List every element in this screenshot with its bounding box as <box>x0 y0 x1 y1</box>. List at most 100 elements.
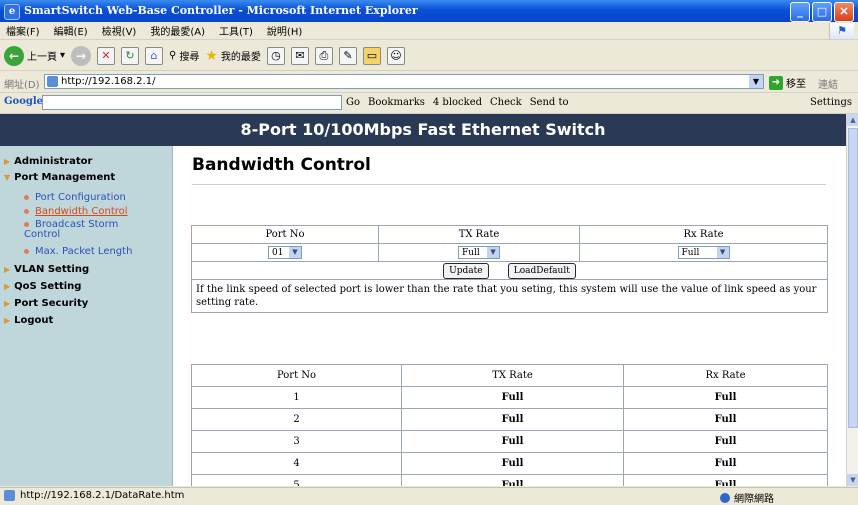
table-header-row: Port No TX Rate Rx Rate <box>191 364 828 387</box>
bullet-icon <box>24 221 29 227</box>
sidebar-item-qos-setting[interactable]: ▶ QoS Setting <box>4 281 81 292</box>
google-go-button[interactable]: Go <box>346 97 360 108</box>
cell-rx: Full <box>623 452 828 475</box>
load-default-button[interactable]: LoadDefault <box>507 262 576 279</box>
column-header-rx-rate: Rx Rate <box>623 364 828 387</box>
print-button[interactable]: ⎙ <box>314 46 333 65</box>
mail-button[interactable]: ✉ <box>290 46 309 65</box>
sidebar-subitem-bandwidth-control[interactable]: Bandwidth Control <box>24 206 128 217</box>
menu-file[interactable]: 檔案(F) <box>6 23 40 38</box>
sidebar: ▶ Administrator ▼ Port Management Port Con… <box>0 146 173 486</box>
page-title: Bandwidth Control <box>192 155 371 175</box>
window-titlebar: e SmartSwitch Web-Base Controller - Micr… <box>0 0 858 22</box>
chevron-down-icon: ▼ <box>716 247 729 258</box>
menu-help[interactable]: 說明(H) <box>267 23 302 38</box>
port-select-value: 01 <box>271 248 284 258</box>
main-panel: Bandwidth Control Port No TX Rate Rx Rat… <box>174 146 846 486</box>
cell-port: 5 <box>191 474 402 486</box>
sidebar-item-administrator[interactable]: ▶ Administrator <box>4 156 92 167</box>
triangle-icon: ▶ <box>4 265 11 274</box>
table-row: 3 Full Full <box>191 430 828 453</box>
vertical-scrollbar[interactable]: ▲ ▼ <box>846 114 858 486</box>
links-button[interactable]: 連結 <box>818 76 838 91</box>
table-row: 5 Full Full <box>191 474 828 486</box>
sidebar-item-vlan-setting[interactable]: ▶ VLAN Setting <box>4 264 89 275</box>
form-header-row: Port No TX Rate Rx Rate <box>191 225 828 244</box>
chevron-down-icon: ▾ <box>60 50 66 61</box>
google-search-input[interactable] <box>42 95 342 110</box>
menu-favorites[interactable]: 我的最愛(A) <box>150 23 205 38</box>
favorites-button[interactable]: ★ 我的最愛 <box>205 48 261 64</box>
history-button[interactable]: ◷ <box>266 46 285 65</box>
cell-port: 2 <box>191 408 402 431</box>
status-url: http://192.168.2.1/DataRate.htm <box>20 490 185 501</box>
triangle-icon: ▼ <box>4 173 11 182</box>
messenger-button[interactable]: ☺ <box>386 46 405 65</box>
chevron-down-icon: ▼ <box>487 247 500 258</box>
send-to-button[interactable]: Send to <box>530 97 569 108</box>
stop-button[interactable]: ✕ <box>97 46 116 65</box>
spell-check-button[interactable]: Check <box>490 97 522 108</box>
refresh-button[interactable]: ↻ <box>121 46 140 65</box>
scroll-up-icon[interactable]: ▲ <box>847 114 858 126</box>
scrollbar-thumb[interactable] <box>848 128 858 428</box>
sidebar-item-label: QoS Setting <box>14 281 82 292</box>
menu-edit[interactable]: 編輯(E) <box>54 23 88 38</box>
header-tx-rate: TX Rate <box>377 225 581 244</box>
sidebar-subitem-max-packet-length[interactable]: Max. Packet Length <box>24 246 132 257</box>
back-arrow-icon: ← <box>4 45 24 66</box>
popup-blocked-button[interactable]: 4 blocked <box>433 97 482 108</box>
google-toolbar-items: Go Bookmarks 4 blocked Check Send to <box>346 97 569 108</box>
cell-rx: Full <box>623 408 828 431</box>
rx-rate-select[interactable]: Full ▼ <box>677 246 730 259</box>
windows-logo-icon: ⚑ <box>829 23 854 39</box>
sidebar-subitem-port-configuration[interactable]: Port Configuration <box>24 192 126 203</box>
window-title: SmartSwitch Web-Base Controller - Micros… <box>24 4 418 17</box>
sidebar-item-port-security[interactable]: ▶ Port Security <box>4 298 88 309</box>
sidebar-subitem-label: Broadcast Storm Control <box>24 219 119 240</box>
home-button[interactable]: ⌂ <box>145 46 164 65</box>
address-input[interactable]: http://192.168.2.1/ ▼ <box>44 74 764 89</box>
sidebar-item-label: VLAN Setting <box>14 264 90 275</box>
google-logo[interactable]: Google <box>4 96 43 107</box>
update-button[interactable]: Update <box>443 262 489 279</box>
address-url: http://192.168.2.1/ <box>61 76 156 87</box>
cell-tx: Full <box>401 474 624 486</box>
button-cell: Update LoadDefault <box>191 261 828 280</box>
cell-port: 3 <box>191 430 402 453</box>
forward-button[interactable]: → <box>71 45 92 66</box>
search-label: 搜尋 <box>179 52 200 63</box>
port-select[interactable]: 01 ▼ <box>267 246 302 259</box>
header-rx-rate: Rx Rate <box>579 225 828 244</box>
menu-view[interactable]: 檢視(V) <box>102 23 137 38</box>
sidebar-subitem-broadcast-storm-control[interactable]: Broadcast Storm Control <box>24 220 144 240</box>
header-port-no: Port No <box>191 225 379 244</box>
edit-button[interactable]: ✎ <box>338 46 357 65</box>
page-icon <box>47 76 58 87</box>
menu-bar: 檔案(F) 編輯(E) 檢視(V) 我的最愛(A) 工具(T) 說明(H) ⚑ <box>0 22 858 40</box>
scroll-down-icon[interactable]: ▼ <box>847 474 858 486</box>
bookmarks-button[interactable]: Bookmarks <box>368 97 425 108</box>
bandwidth-status-table: Port No TX Rate Rx Rate 1 Full Full 2 Fu… <box>191 364 828 486</box>
column-header-port-no: Port No <box>191 364 402 387</box>
go-button[interactable]: ➜ 移至 <box>769 75 806 90</box>
google-settings-button[interactable]: Settings <box>810 97 852 108</box>
page-icon <box>4 490 15 501</box>
sidebar-item-logout[interactable]: ▶ Logout <box>4 315 53 326</box>
tx-rate-value: Full <box>462 248 480 258</box>
cell-port: 1 <box>191 386 402 409</box>
minimize-button[interactable]: _ <box>790 2 810 22</box>
form-note-row: If the link speed of selected port is lo… <box>191 279 828 313</box>
cell-tx: Full <box>401 452 624 475</box>
menu-tools[interactable]: 工具(T) <box>219 23 253 38</box>
close-button[interactable]: ✕ <box>834 2 854 22</box>
device-banner: 8-Port 10/100Mbps Fast Ethernet Switch <box>0 114 846 146</box>
tx-rate-select[interactable]: Full ▼ <box>458 246 501 259</box>
sidebar-item-port-management[interactable]: ▼ Port Management <box>4 172 115 183</box>
folder-button[interactable]: ▭ <box>362 46 381 65</box>
triangle-icon: ▶ <box>4 157 11 166</box>
chevron-down-icon[interactable]: ▼ <box>749 75 763 88</box>
search-button[interactable]: ⚲ 搜尋 <box>169 48 199 63</box>
back-button[interactable]: ← 上一頁 ▾ <box>4 45 66 66</box>
maximize-button[interactable]: □ <box>812 2 832 22</box>
